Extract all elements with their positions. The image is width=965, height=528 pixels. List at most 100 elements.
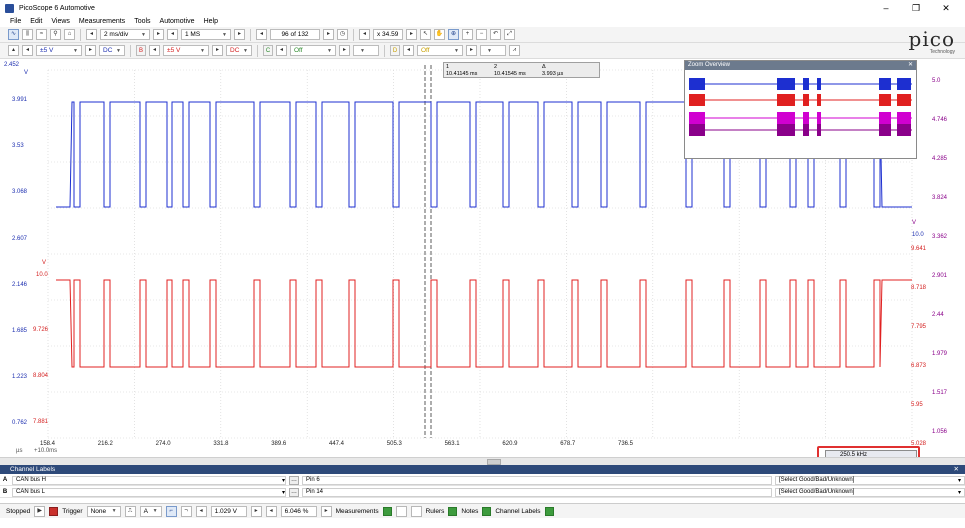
zoom-increase-icon[interactable]: ▸ bbox=[406, 29, 417, 40]
chevron-down-icon: ▾ bbox=[281, 489, 285, 496]
timebase-select[interactable]: 2 ms/div ▼ bbox=[100, 29, 150, 40]
scope-mode-icon[interactable]: ∿ bbox=[8, 29, 19, 40]
zoom-overview-panel[interactable]: Zoom Overview ✕ bbox=[684, 60, 917, 159]
maximize-button[interactable]: ❐ bbox=[901, 0, 931, 16]
rising-edge-icon[interactable]: ⌐ bbox=[165, 505, 177, 517]
pretrigger-up-icon[interactable]: ▸ bbox=[320, 505, 332, 517]
menu-edit[interactable]: Edit bbox=[30, 18, 42, 25]
separator bbox=[80, 28, 81, 41]
timebase-increase-icon[interactable]: ▸ bbox=[153, 29, 164, 40]
channel-name-select[interactable]: CAN bus L ▾ bbox=[12, 487, 286, 497]
pretrigger-down-icon[interactable]: ◂ bbox=[265, 505, 277, 517]
zoom-overview-plot[interactable] bbox=[685, 70, 916, 158]
menu-measurements[interactable]: Measurements bbox=[79, 18, 125, 25]
menu-help[interactable]: Help bbox=[204, 18, 218, 25]
zoom-area-icon[interactable]: ⊕ bbox=[448, 29, 459, 40]
close-icon[interactable]: ✕ bbox=[954, 465, 959, 474]
menu-file[interactable]: File bbox=[10, 18, 21, 25]
chD-range-select[interactable]: Off ▼ bbox=[417, 45, 463, 56]
samples-decrease-icon[interactable]: ◂ bbox=[167, 29, 178, 40]
close-button[interactable]: ✕ bbox=[931, 0, 961, 16]
chB-label[interactable]: B bbox=[136, 45, 146, 56]
channel-settings-icon[interactable]: ▴ bbox=[8, 45, 19, 56]
chA-coupling-value: DC bbox=[103, 47, 113, 54]
chA-range-up-icon[interactable]: ▸ bbox=[85, 45, 96, 56]
zoom-out-icon[interactable]: − bbox=[476, 29, 487, 40]
pointer-tool-icon[interactable]: ↖ bbox=[420, 29, 431, 40]
status-select[interactable]: [Select Good/Bad/Unknown] ▾ bbox=[775, 487, 965, 497]
close-icon[interactable]: ✕ bbox=[908, 61, 913, 70]
right-unit: V bbox=[912, 220, 917, 226]
level-up-icon[interactable]: ▸ bbox=[250, 505, 262, 517]
x-tick-label: 158.4 bbox=[40, 441, 56, 447]
chB-range-up-icon[interactable]: ▸ bbox=[212, 45, 223, 56]
chD-range-down-icon[interactable]: ◂ bbox=[403, 45, 414, 56]
zoom-factor-field[interactable]: x 34.59 bbox=[373, 29, 403, 40]
notes-toggle-icon[interactable] bbox=[482, 506, 492, 516]
status-select[interactable]: [Select Good/Bad/Unknown] ▾ bbox=[775, 475, 965, 485]
trigger-level-field[interactable]: 1.029 V bbox=[210, 505, 247, 517]
timebase-decrease-icon[interactable]: ◂ bbox=[86, 29, 97, 40]
probe-icon[interactable]: ⚲ bbox=[50, 29, 61, 40]
app-icon bbox=[5, 3, 14, 13]
chC-range-select[interactable]: Off ▼ bbox=[290, 45, 336, 56]
buffer-overview-icon[interactable]: ◷ bbox=[337, 29, 348, 40]
menu-automotive[interactable]: Automotive bbox=[160, 18, 195, 25]
chD-range-up-icon[interactable]: ▸ bbox=[466, 45, 477, 56]
minimize-button[interactable]: – bbox=[871, 0, 901, 16]
zoom-to-fit-icon[interactable]: ⤢ bbox=[504, 29, 515, 40]
buffer-navigator[interactable]: 96 of 132 bbox=[270, 29, 320, 40]
delete-measurement-icon[interactable] bbox=[410, 505, 422, 517]
chD-label[interactable]: D bbox=[390, 45, 400, 56]
chC-range-down-icon[interactable]: ◂ bbox=[276, 45, 287, 56]
falling-edge-icon[interactable]: ¬ bbox=[180, 505, 192, 517]
channel-labels-toggle-icon[interactable] bbox=[544, 506, 554, 516]
trigger-mode-select[interactable]: None ▼ bbox=[86, 505, 121, 517]
trigger-channel-select[interactable]: A ▼ bbox=[139, 505, 162, 517]
menu-views[interactable]: Views bbox=[51, 18, 70, 25]
persistence-mode-icon[interactable]: ≈ bbox=[36, 29, 47, 40]
edit-measurement-icon[interactable] bbox=[395, 505, 407, 517]
ruler-t1: 10.41145 ms bbox=[446, 70, 478, 77]
chC-label[interactable]: C bbox=[263, 45, 273, 56]
trigger-advanced-icon[interactable]: ⎍ bbox=[124, 505, 136, 517]
chC-coupling-select[interactable]: ▼ bbox=[353, 45, 379, 56]
menu-tools[interactable]: Tools bbox=[134, 18, 150, 25]
signal-generator-icon[interactable]: ⩘ bbox=[509, 45, 520, 56]
pretrigger-field[interactable]: 6.046 % bbox=[280, 505, 317, 517]
zoom-decrease-icon[interactable]: ◂ bbox=[359, 29, 370, 40]
samples-select[interactable]: 1 MS ▼ bbox=[181, 29, 231, 40]
chB-range-select[interactable]: ±5 V ▼ bbox=[163, 45, 209, 56]
zoom-in-icon[interactable]: + bbox=[462, 29, 473, 40]
more-button[interactable]: … bbox=[289, 475, 299, 485]
level-down-icon[interactable]: ◂ bbox=[195, 505, 207, 517]
chA-coupling-select[interactable]: DC ▼ bbox=[99, 45, 125, 56]
buffer-next-icon[interactable]: ▸ bbox=[323, 29, 334, 40]
stop-icon[interactable] bbox=[49, 506, 59, 516]
spectrum-mode-icon[interactable]: ⫼ bbox=[22, 29, 33, 40]
rulers-toggle-icon[interactable] bbox=[448, 506, 458, 516]
more-button[interactable]: … bbox=[289, 487, 299, 497]
rulers-label[interactable]: Rulers bbox=[426, 508, 445, 515]
add-measurement-icon[interactable] bbox=[382, 506, 392, 516]
samples-increase-icon[interactable]: ▸ bbox=[234, 29, 245, 40]
home-icon[interactable]: ⌂ bbox=[64, 29, 75, 40]
chA-range-down-icon[interactable]: ◂ bbox=[22, 45, 33, 56]
measurements-label[interactable]: Measurements bbox=[336, 508, 379, 515]
separator bbox=[353, 28, 354, 41]
buffer-prev-icon[interactable]: ◂ bbox=[256, 29, 267, 40]
hand-tool-icon[interactable]: ✋ bbox=[434, 29, 445, 40]
chA-range-select[interactable]: ±5 V ▼ bbox=[36, 45, 82, 56]
pin-field[interactable]: Pin 14 bbox=[302, 487, 772, 497]
channel-labels-label[interactable]: Channel Labels bbox=[495, 508, 540, 515]
pin-field[interactable]: Pin 6 bbox=[302, 475, 772, 485]
channel-name-select[interactable]: CAN bus H ▾ bbox=[12, 475, 286, 485]
chD-coupling-select[interactable]: ▼ bbox=[480, 45, 506, 56]
chC-range-up-icon[interactable]: ▸ bbox=[339, 45, 350, 56]
horizontal-scrollbar[interactable] bbox=[0, 457, 965, 465]
play-icon[interactable]: ▶ bbox=[34, 505, 46, 517]
notes-label[interactable]: Notes bbox=[461, 508, 478, 515]
chB-range-down-icon[interactable]: ◂ bbox=[149, 45, 160, 56]
undo-zoom-icon[interactable]: ↶ bbox=[490, 29, 501, 40]
chB-coupling-select[interactable]: DC ▼ bbox=[226, 45, 252, 56]
